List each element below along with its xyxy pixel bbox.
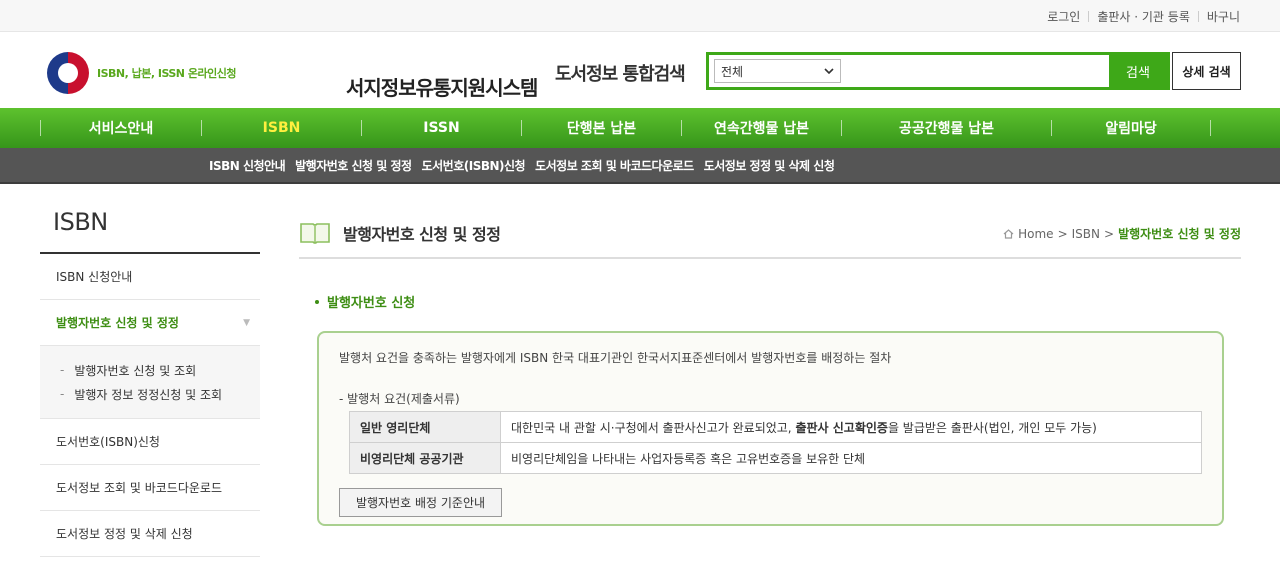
header: ISBN, 납본, ISSN 온라인신청 서지정보유통지원시스템 도서정보 통합… [0,32,1280,108]
detail-search-button[interactable]: 상세 검색 [1172,52,1241,90]
subnav-isbn-guide[interactable]: ISBN 신청안내 [209,157,286,174]
divider [1197,10,1199,22]
breadcrumb-isbn[interactable]: ISBN [1072,227,1100,241]
subnav-publisher-number[interactable]: 발행자번호 신청 및 정정 [295,157,412,174]
table-cell: 대한민국 내 관할 시·구청에서 출판사신고가 완료되었고, 출판사 신고확인증… [500,411,1202,443]
breadcrumb-separator: > [1057,226,1068,241]
subnav-book-correction[interactable]: 도서정보 정정 및 삭제 신청 [704,157,835,174]
table-header-cell: 일반 영리단체 [349,411,501,443]
bullet-icon [315,299,319,304]
table-row: 일반 영리단체 대한민국 내 관할 시·구청에서 출판사신고가 완료되었고, 출… [349,411,1202,443]
site-logo[interactable]: ISBN, 납본, ISSN 온라인신청 서지정보유통지원시스템 [47,52,538,100]
requirements-table: 일반 영리단체 대한민국 내 관할 시·구청에서 출판사신고가 완료되었고, 출… [349,411,1202,474]
nav-isbn[interactable]: ISBN [202,108,361,148]
cart-link[interactable]: 바구니 [1207,8,1240,25]
info-description: 발행처 요건을 충족하는 발행자에게 ISBN 한국 대표기관인 한국서지표준센… [339,351,892,365]
sidebar-subitem-info-correction[interactable]: - 발행자 정보 정정신청 및 조회 [60,382,260,406]
assignment-guide-button[interactable]: 발행자번호 배정 기준안내 [339,488,502,517]
sidebar-item-label: ISBN 신청안내 [56,270,133,284]
sidebar-subitem-apply-lookup[interactable]: - 발행자번호 신청 및 조회 [60,358,260,382]
main-nav: 서비스안내 ISBN ISSN 단행본 납본 연속간행물 납본 공공간행물 납본… [0,108,1280,148]
chevron-down-icon [824,68,834,74]
breadcrumb-separator: > [1104,226,1115,241]
search-input[interactable] [841,56,1109,86]
sidebar-title: ISBN [40,208,260,254]
sidebar-item-book-lookup[interactable]: 도서정보 조회 및 바코드다운로드 [40,465,260,511]
breadcrumb-home[interactable]: Home [1018,227,1053,241]
search-button[interactable]: 검색 [1109,55,1167,87]
caret-down-icon: ▼ [243,317,250,328]
requirements-title: - 발행처 요건(제출서류) [339,392,460,406]
sidebar-item-label: 도서정보 정정 및 삭제 신청 [56,527,193,541]
page-header: 발행자번호 신청 및 정정 Home > ISBN > 발행자번호 신청 및 정… [299,208,1241,259]
sidebar-item-label: 도서정보 조회 및 바코드다운로드 [56,481,223,495]
table-header-cell: 비영리단체 공공기관 [349,442,501,474]
sidebar-subitem-label: 발행자 정보 정정신청 및 조회 [74,387,223,402]
search-title: 도서정보 통합검색 [555,64,686,85]
home-icon [1003,228,1014,239]
nav-issn[interactable]: ISSN [362,108,521,148]
taegeuk-logo-icon [47,52,89,94]
page-title: 발행자번호 신청 및 정정 [343,224,501,244]
sidebar-item-label: 도서번호(ISBN)신청 [56,435,160,449]
sidebar-item-isbn-guide[interactable]: ISBN 신청안내 [40,254,260,300]
subnav-isbn-apply[interactable]: 도서번호(ISBN)신청 [422,157,526,174]
breadcrumb: Home > ISBN > 발행자번호 신청 및 정정 [1003,225,1241,242]
sub-nav: ISBN 신청안내 발행자번호 신청 및 정정 도서번호(ISBN)신청 도서정… [0,148,1280,184]
nav-divider [1210,120,1211,136]
nav-notice[interactable]: 알림마당 [1052,108,1210,148]
main-content: 발행자번호 신청 및 정정 Home > ISBN > 발행자번호 신청 및 정… [299,208,1241,526]
info-box: 발행처 요건을 충족하는 발행자에게 ISBN 한국 대표기관인 한국서지표준센… [317,331,1224,526]
nav-service-info[interactable]: 서비스안내 [41,108,201,148]
breadcrumb-current: 발행자번호 신청 및 정정 [1118,227,1241,241]
table-row: 비영리단체 공공기관 비영리단체임을 나타내는 사업자등록증 혹은 고유번호증을… [349,442,1202,474]
sidebar-submenu: - 발행자번호 신청 및 조회 - 발행자 정보 정정신청 및 조회 [40,346,260,419]
sidebar-item-publisher-number[interactable]: 발행자번호 신청 및 정정 ▼ [40,300,260,346]
utility-bar: 로그인 출판사 · 기관 등록 바구니 [0,0,1280,32]
search-category-value: 전체 [721,64,744,79]
logo-subtitle: ISBN, 납본, ISSN 온라인신청 [97,66,236,80]
nav-public-deposit[interactable]: 공공간행물 납본 [842,108,1051,148]
dash-icon: - [60,363,65,377]
sidebar-item-label: 발행자번호 신청 및 정정 [56,316,179,330]
search-category-select[interactable]: 전체 [714,59,841,83]
sidebar-item-isbn-apply[interactable]: 도서번호(ISBN)신청 [40,419,260,465]
divider [1088,10,1090,22]
sidebar-subitem-label: 발행자번호 신청 및 조회 [74,363,197,378]
dash-icon: - [60,387,65,401]
search-box: 전체 검색 [706,52,1170,90]
sidebar: ISBN ISBN 신청안내 발행자번호 신청 및 정정 ▼ - 발행자번호 신… [40,208,260,557]
login-link[interactable]: 로그인 [1047,8,1080,25]
nav-serial-deposit[interactable]: 연속간행물 납본 [682,108,841,148]
subnav-book-lookup[interactable]: 도서정보 조회 및 바코드다운로드 [535,157,694,174]
section-title-text: 발행자번호 신청 [327,296,416,311]
sidebar-item-book-correction[interactable]: 도서정보 정정 및 삭제 신청 [40,511,260,557]
open-book-icon [300,222,330,244]
section-title: 발행자번호 신청 [315,292,1241,311]
publisher-register-link[interactable]: 출판사 · 기관 등록 [1097,8,1190,25]
nav-book-deposit[interactable]: 단행본 납본 [522,108,681,148]
table-cell: 비영리단체임을 나타내는 사업자등록증 혹은 고유번호증을 보유한 단체 [500,442,1202,474]
